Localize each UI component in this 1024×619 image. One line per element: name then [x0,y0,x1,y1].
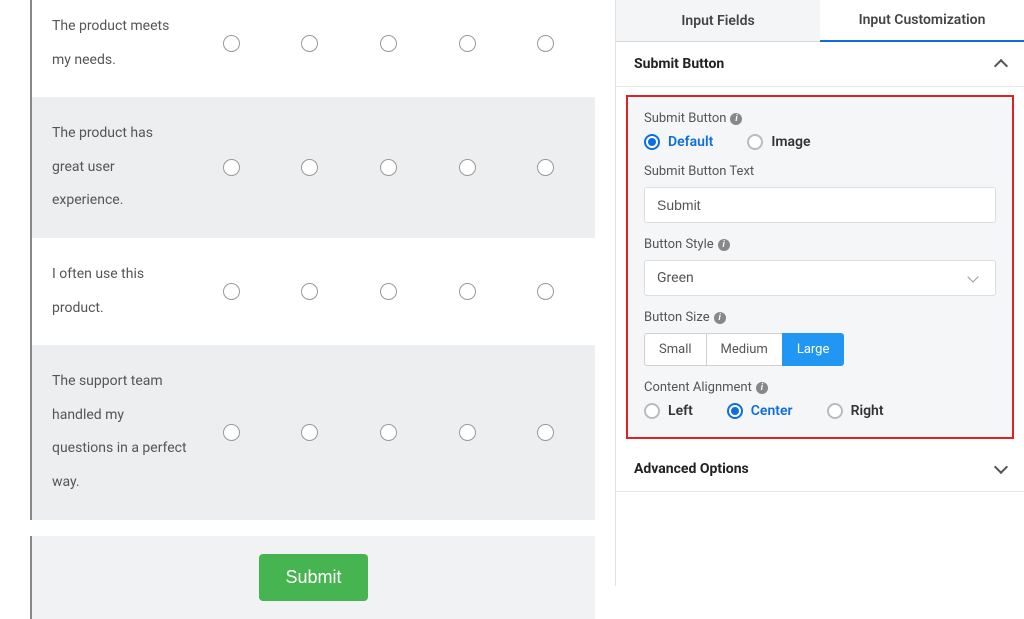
likert-radios [192,283,585,300]
info-icon: i [730,113,742,125]
align-right[interactable]: Right [827,403,884,419]
survey-row: The product has great user experience. [32,97,595,238]
survey-row: The support team handled my questions in… [32,345,595,519]
submit-button-type-label: Submit Button i [644,111,996,126]
button-style-label: Button Style i [644,237,996,252]
align-left[interactable]: Left [644,403,693,419]
likert-option[interactable] [301,283,318,300]
alignment-group: Left Center Right [644,403,996,419]
align-center[interactable]: Center [727,403,793,419]
section-submit-button[interactable]: Submit Button [616,42,1024,87]
tab-input-customization[interactable]: Input Customization [820,0,1024,42]
submit-button-text-label: Submit Button Text [644,164,996,179]
likert-radios [192,159,585,176]
likert-option[interactable] [380,35,397,52]
likert-option[interactable] [537,35,554,52]
likert-option[interactable] [459,35,476,52]
settings-panel: Input Fields Input Customization Submit … [615,0,1024,586]
likert-option[interactable] [380,424,397,441]
section-title: Submit Button [634,56,724,72]
button-style-select[interactable]: Green [644,260,996,296]
tabs: Input Fields Input Customization [616,0,1024,42]
likert-option[interactable] [537,159,554,176]
likert-option[interactable] [459,424,476,441]
chevron-up-icon [994,59,1008,73]
likert-option[interactable] [380,283,397,300]
section-advanced-options[interactable]: Advanced Options [616,447,1024,492]
likert-option[interactable] [537,424,554,441]
likert-radios [192,35,585,52]
likert-option[interactable] [301,159,318,176]
likert-radios [192,424,585,441]
chevron-down-icon [967,271,978,282]
radio-icon [644,134,660,150]
likert-option[interactable] [223,159,240,176]
likert-option[interactable] [459,283,476,300]
survey-row: I often use this product. [32,238,595,345]
size-small[interactable]: Small [644,333,707,366]
likert-option[interactable] [223,283,240,300]
likert-option[interactable] [380,159,397,176]
type-default[interactable]: Default [644,134,713,150]
question-text: I often use this product. [52,258,192,325]
radio-icon [727,403,743,419]
submit-button[interactable]: Submit [259,554,367,601]
radio-icon [827,403,843,419]
likert-option[interactable] [223,35,240,52]
submit-button-text-input[interactable] [644,187,996,223]
radio-icon [644,403,660,419]
size-large[interactable]: Large [782,333,845,366]
survey-row: The product meets my needs. [32,0,595,97]
info-icon: i [714,312,726,324]
question-text: The support team handled my questions in… [52,365,192,499]
button-size-label: Button Size i [644,310,996,325]
likert-option[interactable] [301,424,318,441]
likert-option[interactable] [537,283,554,300]
likert-option[interactable] [223,424,240,441]
likert-option[interactable] [459,159,476,176]
button-size-group: Small Medium Large [644,333,996,366]
type-image[interactable]: Image [747,134,810,150]
tab-input-fields[interactable]: Input Fields [616,0,820,42]
likert-option[interactable] [301,35,318,52]
chevron-down-icon [994,460,1008,474]
info-icon: i [756,382,768,394]
size-medium[interactable]: Medium [706,333,783,366]
submit-area: Submit [30,536,595,619]
survey-grid: The product meets my needs. The product … [30,0,595,520]
section-title: Advanced Options [634,461,749,477]
info-icon: i [718,239,730,251]
settings-body: Submit Button i Default Image Submit But… [626,95,1014,439]
question-text: The product meets my needs. [52,10,192,77]
question-text: The product has great user experience. [52,117,192,218]
submit-button-type-group: Default Image [644,134,996,150]
radio-icon [747,134,763,150]
content-alignment-label: Content Alignment i [644,380,996,395]
